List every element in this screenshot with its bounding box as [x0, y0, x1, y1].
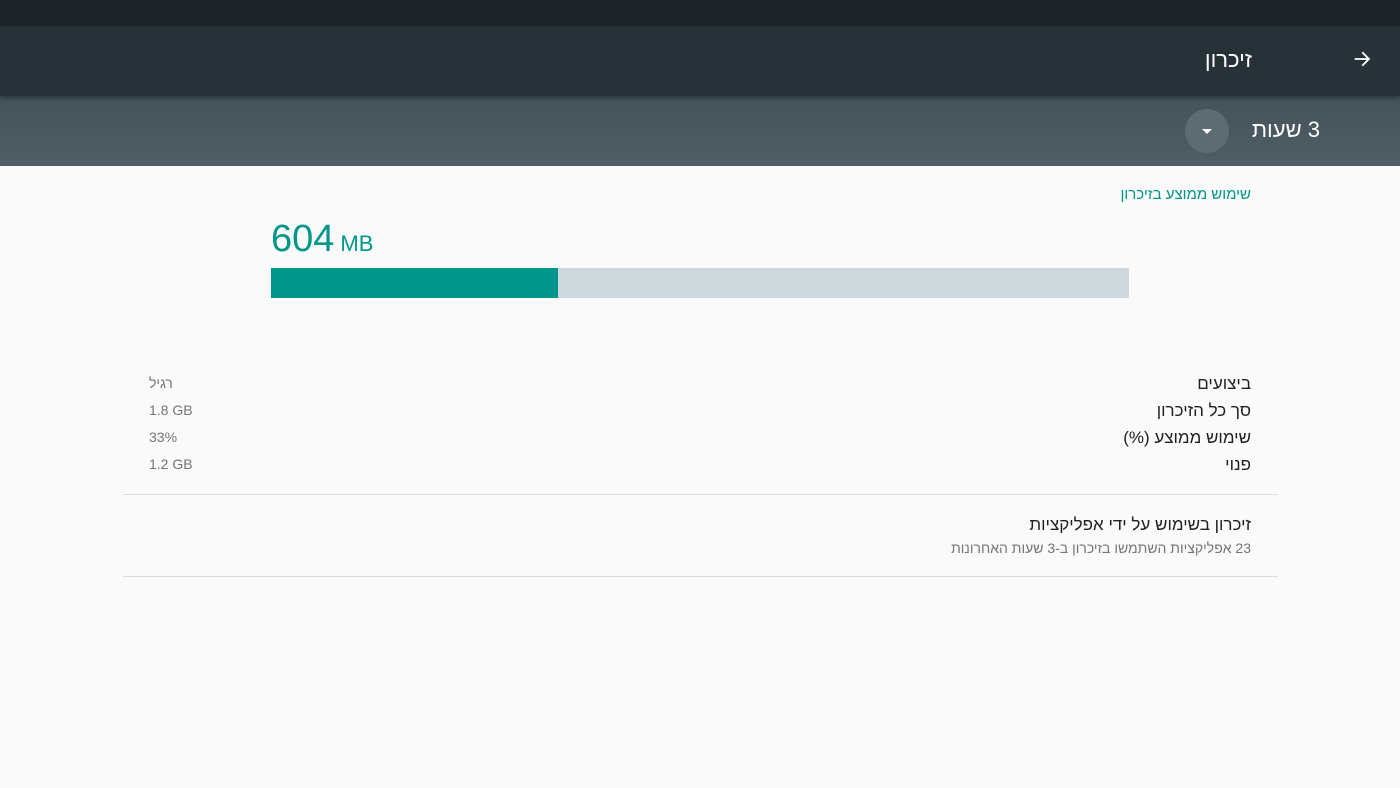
stat-label: סך כל הזיכרון — [1156, 401, 1251, 420]
stat-row-performance: ביצועים רגיל — [149, 370, 1251, 397]
apps-item-subtitle: 23 אפליקציות השתמשו בזיכרון ב-3 שעות האח… — [951, 540, 1251, 556]
stat-row-free: פנוי 1.2 GB — [149, 451, 1251, 478]
usage-progress-bar — [271, 268, 1129, 298]
average-usage-heading: שימוש ממוצע בזיכרון — [1120, 186, 1251, 203]
stat-label: שימוש ממוצע (%) — [1123, 428, 1251, 447]
arrow-forward-icon — [1354, 51, 1371, 67]
page-title: זיכרון — [1204, 47, 1252, 72]
stat-row-average-usage-percent: שימוש ממוצע (%) 33% — [149, 424, 1251, 451]
stat-row-total-memory: סך כל הזיכרון 1.8 GB — [149, 397, 1251, 424]
stat-label: פנוי — [1225, 455, 1251, 474]
app-bar: זיכרון — [0, 26, 1400, 96]
usage-progress-fill — [271, 268, 558, 298]
stat-value: 33% — [149, 429, 178, 445]
status-bar — [0, 0, 1400, 26]
period-label: 3 שעות — [1251, 117, 1320, 142]
divider — [123, 576, 1278, 577]
stat-value: 1.2 GB — [149, 456, 193, 472]
stat-value: רגיל — [149, 375, 173, 391]
usage-unit: MB — [340, 231, 374, 256]
divider — [123, 494, 1278, 495]
filter-bar: 3 שעות — [0, 96, 1400, 166]
apps-item-title: זיכרון בשימוש על ידי אפליקציות — [1029, 515, 1251, 534]
back-button[interactable] — [1346, 43, 1378, 75]
usage-number: 604 — [271, 218, 335, 260]
memory-used-by-apps-item[interactable]: זיכרון בשימוש על ידי אפליקציות 23 אפליקצ… — [123, 496, 1278, 575]
arrow-drop-down-icon — [1202, 129, 1212, 134]
stat-value: 1.8 GB — [149, 402, 193, 418]
stat-label: ביצועים — [1197, 374, 1251, 393]
period-dropdown-button[interactable] — [1185, 109, 1229, 153]
average-usage-value: 604 MB — [271, 215, 373, 263]
